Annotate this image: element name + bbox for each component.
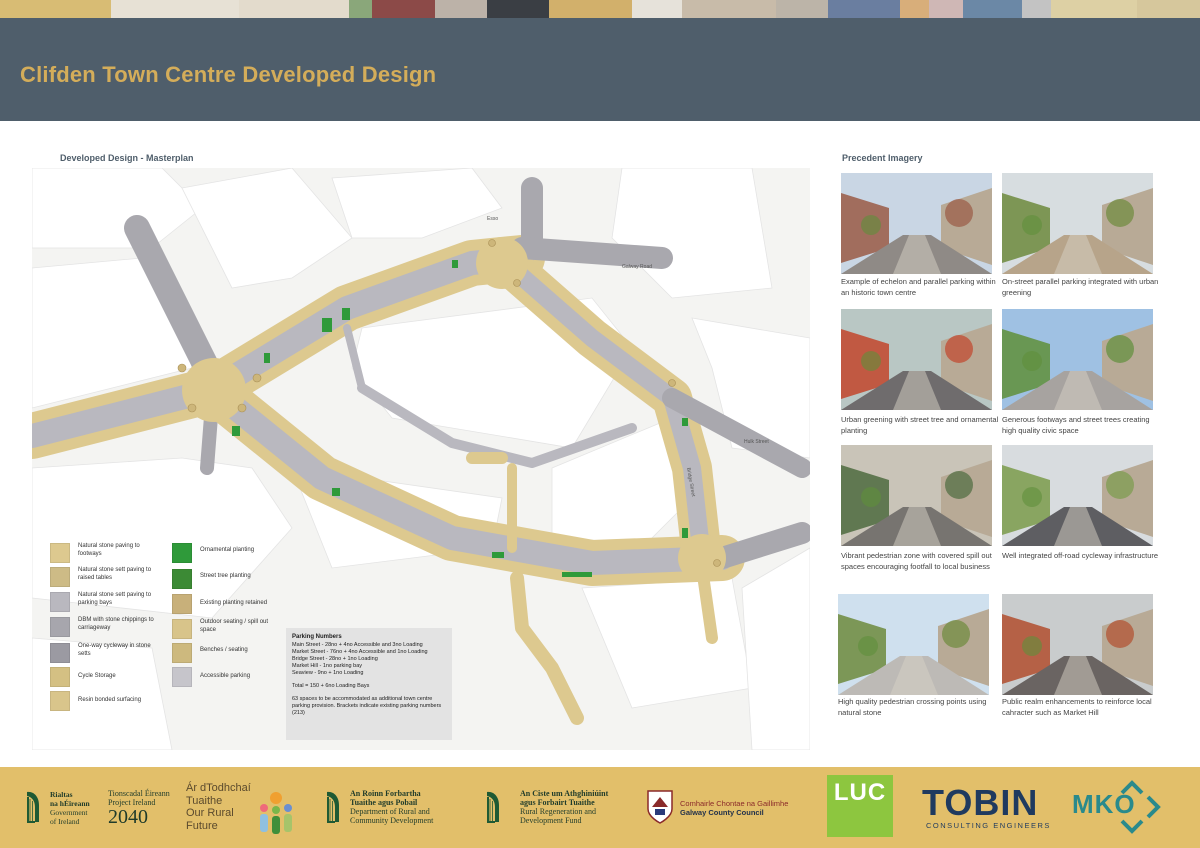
precedent-photo [1002,309,1153,410]
header-band: Clifden Town Centre Developed Design [0,18,1200,121]
parking-line: Seaview - 9no + 1no Loading [292,670,364,676]
legend-item: Natural stone sett paving to parking bay… [50,592,156,612]
precedent-caption: Example of echelon and parallel parking … [841,277,996,297]
legend-item: Street tree planting [172,569,278,589]
palette-swatch [349,0,372,18]
street-label-hulk-street: Hulk Street [744,439,769,445]
palette-swatch [900,0,929,18]
design-board: Clifden Town Centre Developed Design Dev… [0,0,1200,848]
harp-icon [27,791,39,823]
precedent-caption: Urban greening with street tree and orna… [841,415,999,435]
mko-chevron-icon [1120,780,1161,834]
precedent-photo [1002,594,1153,695]
paving-swatch-icon [50,543,70,563]
palette-swatch [632,0,682,18]
precedent-photo [838,594,989,695]
junction-plaza-square [182,358,246,422]
legend-item: DBM with stone chippings to carriageway [50,617,156,637]
parking-note: 63 spaces to be accommodated as addition… [292,696,442,716]
seating-swatch-icon [172,619,192,639]
precedent-caption: Well integrated off-road cycleway infras… [1002,551,1159,560]
precedent-title: Precedent Imagery [842,153,923,163]
parking-title: Parking Numbers [292,634,342,640]
palette-swatch [110,0,240,18]
legend-item: Accessible parking [172,667,278,687]
legend-item: Natural stone sett paving to raised tabl… [50,567,156,587]
street-label-galway-road: Galway Road [622,264,652,270]
street-tree-swatch-icon [172,569,192,589]
luc-logo: LUC [827,775,893,837]
parking-numbers-box: Parking Numbers Main Street - 28no + 4no… [286,628,452,740]
legend-item: Benches / seating [172,643,278,663]
precedent-caption: Vibrant pedestrian zone with covered spi… [841,551,992,571]
ornamental-planting-swatch-icon [172,543,192,563]
funder-logo-bar: Rialtas na hÉireann Government of Irelan… [0,767,1200,848]
precedent-caption: Public realm enhancements to reinforce l… [1002,697,1152,717]
cycleway-swatch-icon [50,643,70,663]
harp-icon [327,791,339,823]
legend-item: Cycle Storage [50,667,156,687]
palette-swatch [1021,0,1051,18]
page-title: Clifden Town Centre Developed Design [20,62,437,87]
cycle-storage-swatch-icon [50,667,70,687]
legend-item: Existing planting retained [172,594,278,614]
sett-swatch-icon [50,567,70,587]
legend-item: Resin bonded surfacing [50,691,156,711]
precedent-photo [841,173,992,274]
legend-item: One-way cycleway in stone setts [50,643,156,663]
palette-swatch [828,0,901,18]
harp-icon [487,791,499,823]
benches-swatch-icon [172,643,192,663]
palette-swatch [435,0,487,18]
precedent-photo [1002,173,1153,274]
colour-strip [0,0,1200,18]
palette-swatch [681,0,776,18]
legend-item: Ornamental planting [172,543,278,563]
precedent-photo [841,445,992,546]
parking-line: Market Hill - 1no parking bay [292,663,363,669]
precedent-caption: On-street parallel parking integrated wi… [1002,277,1159,297]
parking-total: Total = 150 + 6no Loading Bays [292,683,370,689]
palette-swatch [371,0,436,18]
palette-swatch [775,0,829,18]
junction-plaza-east [678,534,726,582]
crest-icon [647,790,673,824]
parking-line: Main Street - 28no + 4no Accessible and … [292,642,423,648]
legend-item: Outdoor seating / spill out space [172,619,278,639]
palette-swatch [1050,0,1137,18]
precedent-caption: Generous footways and street trees creat… [1002,415,1150,435]
parking-line: Market Street - 76no + 4no Accessible an… [292,649,428,655]
palette-swatch [549,0,633,18]
palette-swatch [486,0,550,18]
precedent-photo [841,309,992,410]
palette-swatch [928,0,963,18]
existing-planting-swatch-icon [172,594,192,614]
people-icon [260,792,292,834]
parking-line: Bridge Street - 28no + 1no Loading [292,656,378,662]
carriageway-swatch-icon [50,617,70,637]
parking-swatch-icon [50,592,70,612]
masterplan-title: Developed Design - Masterplan [60,153,194,163]
legend-item: Natural stone paving to footways [50,543,156,563]
palette-swatch [239,0,350,18]
palette-swatch [962,0,1022,18]
palette-swatch [0,0,111,18]
resin-swatch-icon [50,691,70,711]
accessible-parking-swatch-icon [172,667,192,687]
precedent-photo [1002,445,1153,546]
precedent-caption: High quality pedestrian crossing points … [838,697,987,717]
legend: Natural stone paving to footways Natural… [50,543,280,713]
street-label-esso: Esso [487,216,498,222]
palette-swatch [1136,0,1200,18]
